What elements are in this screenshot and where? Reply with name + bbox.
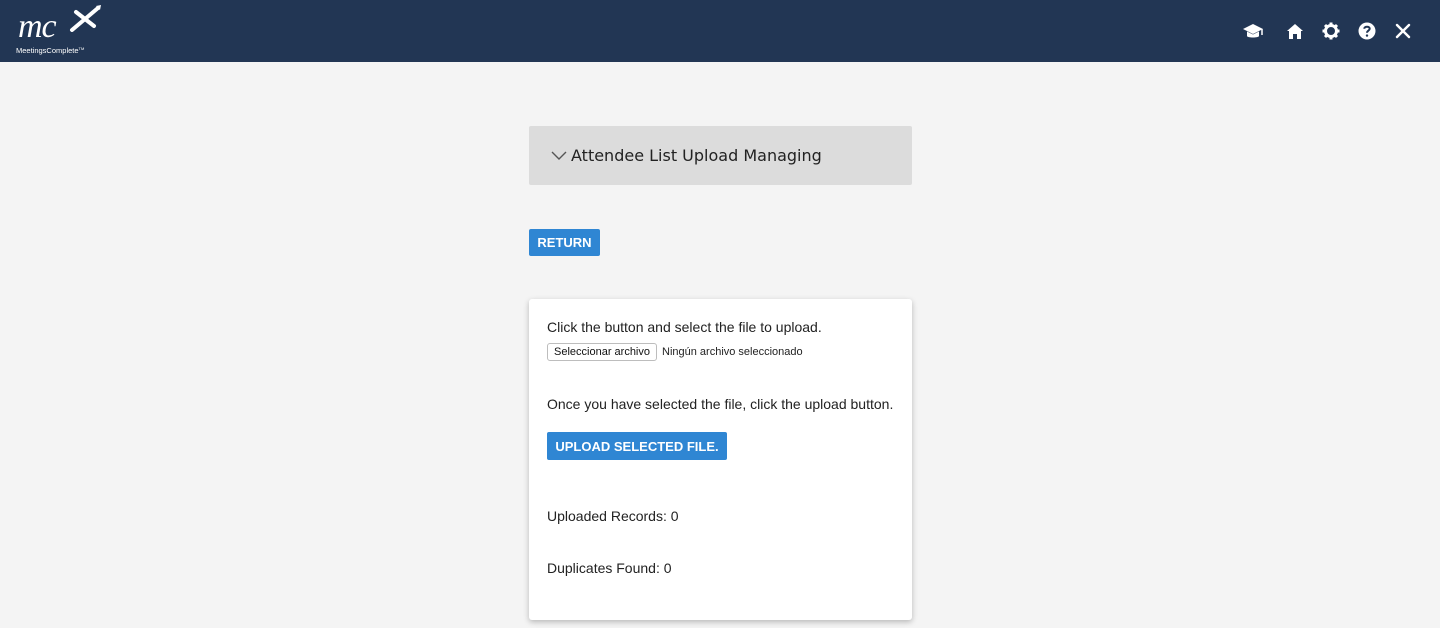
return-button[interactable]: RETURN — [529, 229, 600, 256]
home-icon[interactable] — [1284, 20, 1306, 42]
graduation-cap-icon[interactable] — [1242, 20, 1264, 42]
choose-file-button[interactable]: Seleccionar archivo — [547, 343, 657, 361]
gear-icon[interactable] — [1320, 20, 1342, 42]
upload-instruction-text: Click the button and select the file to … — [547, 319, 822, 335]
duplicates-found-count: Duplicates Found: 0 — [547, 560, 672, 576]
file-input[interactable]: Seleccionar archivo Ningún archivo selec… — [547, 343, 803, 361]
help-icon[interactable] — [1356, 20, 1378, 42]
upload-card: Click the button and select the file to … — [529, 299, 912, 620]
upload-hint-text: Once you have selected the file, click t… — [547, 396, 894, 412]
logo-mark: mc — [18, 8, 57, 45]
attendee-upload-panel-header[interactable]: Attendee List Upload Managing — [529, 126, 912, 185]
airplane-icon — [70, 5, 101, 32]
close-icon[interactable] — [1392, 20, 1414, 42]
chevron-down-icon — [551, 151, 567, 160]
top-navigation-bar: mc MeetingsCompleteTM — [0, 0, 1440, 62]
logo-wordmark: MeetingsCompleteTM — [16, 46, 85, 55]
file-status-text: Ningún archivo seleccionado — [662, 346, 803, 358]
upload-selected-file-button[interactable]: UPLOAD SELECTED FILE. — [547, 432, 727, 460]
uploaded-records-count: Uploaded Records: 0 — [547, 508, 679, 524]
meetingscomplete-logo[interactable]: mc MeetingsCompleteTM — [14, 4, 104, 58]
panel-title: Attendee List Upload Managing — [571, 146, 822, 165]
